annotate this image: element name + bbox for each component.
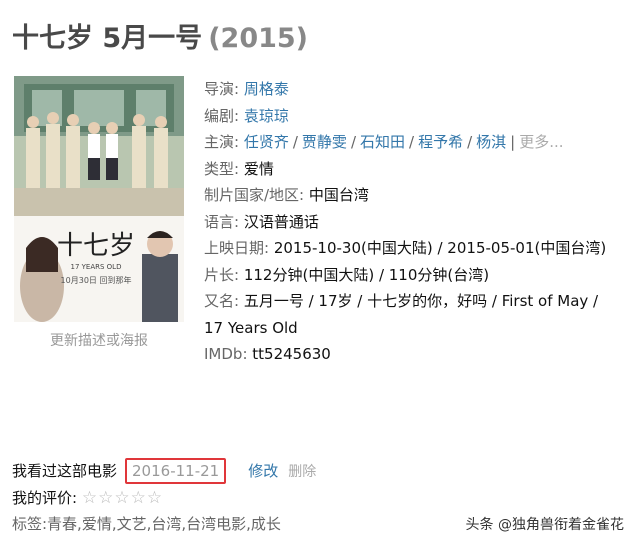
edit-button[interactable]: 修改 (248, 462, 278, 480)
delete-button[interactable]: 删除 (288, 464, 316, 480)
aka-row-cont: 17 Years Old (204, 315, 634, 342)
genre-row: 类型: 爱情 (204, 156, 634, 183)
star-icon[interactable]: ☆ (82, 488, 97, 508)
language-row: 语言: 汉语普通话 (204, 209, 634, 236)
genre-value: 爱情 (243, 159, 274, 178)
runtime-value: 112分钟(中国大陆) / 110分钟(台湾) (243, 265, 490, 284)
cast-label: 主演: (204, 133, 240, 151)
language-label: 语言: (204, 212, 240, 231)
runtime-row: 片长: 112分钟(中国大陆) / 110分钟(台湾) (204, 262, 634, 289)
director-label: 导演: (204, 80, 240, 98)
imdb-row: IMDb: tt5245630 (204, 341, 634, 368)
star-icon[interactable]: ☆ (131, 488, 146, 508)
runtime-label: 片长: (204, 265, 240, 284)
aka-label: 又名: (204, 292, 240, 310)
writer-link[interactable]: 袁琼琼 (244, 107, 289, 125)
poster-big-title: 十七岁 (57, 231, 135, 261)
cast-link[interactable]: 程予希 (418, 133, 463, 151)
country-label: 制片国家/地区: (204, 186, 305, 204)
poster-image: 十七岁 17 YEARS OLD 10月30日 回到那年 (14, 76, 184, 322)
poster-date-text: 10月30日 回到那年 (61, 275, 132, 285)
rating-stars[interactable]: ☆☆☆☆☆ (82, 488, 163, 508)
imdb-label: IMDb: (204, 345, 248, 363)
genre-label: 类型: (204, 159, 240, 178)
cast-link[interactable]: 杨淇 (476, 133, 506, 151)
star-icon[interactable]: ☆ (98, 488, 113, 508)
movie-year: (2015) (208, 23, 309, 54)
seen-date: 2016-11-21 (125, 458, 227, 484)
aka-value-cont: 17 Years Old (204, 318, 298, 337)
cast-link[interactable]: 贾静雯 (302, 133, 347, 151)
language-value: 汉语普通话 (243, 212, 319, 231)
cast-row: 主演: 任贤齐 / 贾静雯 / 石知田 / 程予希 / 杨淇 | 更多... (204, 133, 564, 151)
aka-value: 五月一号 / 17岁 / 十七岁的你，好吗 / First of May / (243, 292, 599, 310)
director-row: 导演: 周格泰 (204, 76, 634, 103)
cast-link[interactable]: 石知田 (360, 133, 405, 151)
release-label: 上映日期: (204, 239, 270, 257)
imdb-value: tt5245630 (252, 345, 331, 363)
movie-info: 导演: 周格泰 编剧: 袁琼琼 主演: 任贤齐 / 贾静雯 / 石知田 / 程予希 / 杨淇 | 更… (204, 76, 634, 368)
movie-title-main: 十七岁 5月一号 (12, 23, 203, 54)
update-poster-link[interactable]: 更新描述或海报 (14, 330, 184, 350)
rating-label: 我的评价: (12, 489, 78, 507)
movie-poster[interactable]: 十七岁 17 YEARS OLD 10月30日 回到那年 (14, 76, 184, 322)
watermark: 头条 @独角兽衔着金雀花 (461, 512, 628, 536)
director-link[interactable]: 周格泰 (244, 80, 289, 98)
release-value: 2015-10-30(中国大陆) / 2015-05-01(中国台湾) (273, 239, 607, 257)
poster-sub-title: 17 YEARS OLD (71, 263, 122, 271)
writer-label: 编剧: (204, 106, 240, 125)
writer-row: 编剧: 袁琼琼 (204, 103, 634, 130)
cast-more-link[interactable]: 更多... (519, 133, 563, 151)
seen-label: 我看过这部电影 (12, 462, 118, 480)
country-row: 制片国家/地区: 中国台湾 (204, 182, 634, 209)
release-row: 上映日期: 2015-10-30(中国大陆) / 2015-05-01(中国台湾… (204, 235, 634, 262)
star-icon[interactable]: ☆ (147, 488, 162, 508)
seen-row: 我看过这部电影 2016-11-21 修改 删除 (12, 458, 632, 485)
movie-title: 十七岁 5月一号 (2015) (12, 16, 308, 56)
cast-link[interactable]: 任贤齐 (244, 133, 289, 151)
country-value: 中国台湾 (308, 186, 369, 204)
star-icon[interactable]: ☆ (114, 488, 129, 508)
rating-row: 我的评价: ☆☆☆☆☆ (12, 485, 632, 511)
aka-row: 又名: 五月一号 / 17岁 / 十七岁的你，好吗 / First of May… (204, 288, 634, 315)
